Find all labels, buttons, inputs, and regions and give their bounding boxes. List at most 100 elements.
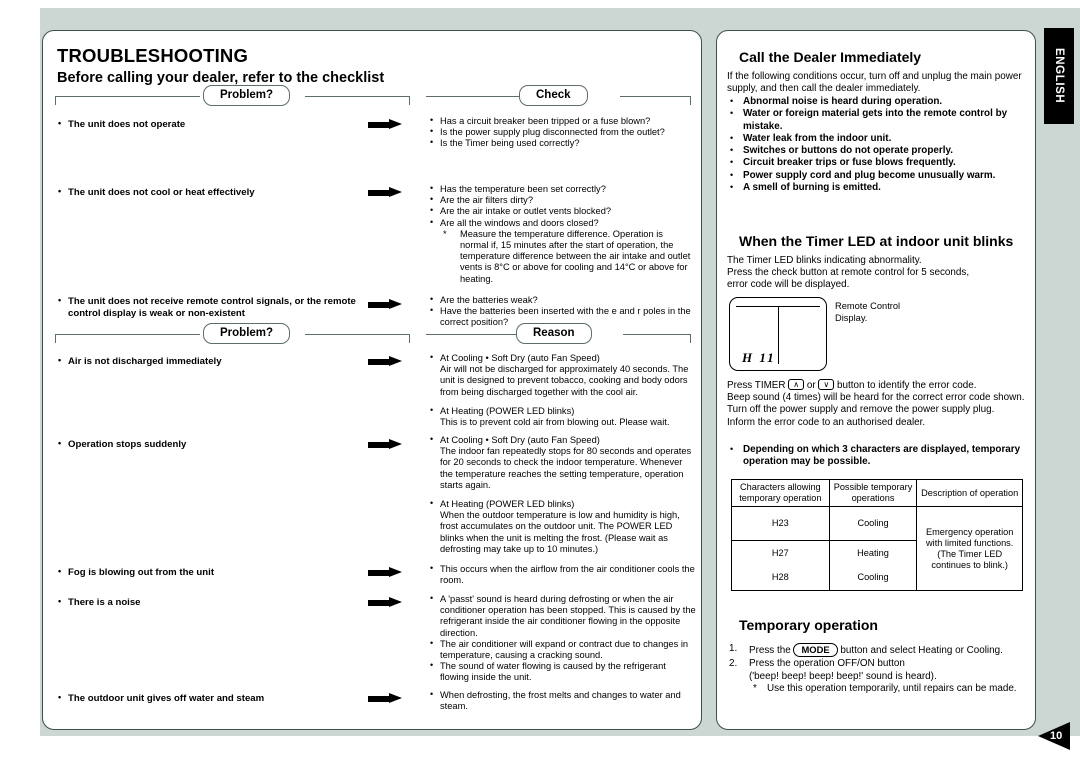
reason-text: A 'passt' sound is heard during defrosti…: [429, 593, 697, 639]
column-header: Description of operation: [916, 479, 1023, 507]
problem2-header-bar: Problem? Reason: [55, 323, 691, 345]
check-text: Are the air filters dirty?: [429, 194, 691, 206]
problem-text: The unit does not cool or heat effective…: [57, 186, 357, 199]
operation-cell: Cooling: [828, 506, 918, 541]
intro-line: error code will be displayed.: [727, 279, 850, 291]
timer-instructions: Press TIMER ∧ or ∨ button to identify th…: [727, 379, 1033, 429]
temporary-note-list: Depending on which 3 characters are disp…: [727, 443, 1027, 469]
timer-led-intro: The Timer LED blinks indicating abnormal…: [727, 255, 1031, 292]
check-text: Are the air intake or outlet vents block…: [429, 205, 691, 217]
reason-cell-3: This occurs when the airflow from the ai…: [429, 563, 697, 586]
problem-cell-2: The unit does not cool or heat effective…: [57, 186, 357, 199]
check-text: Has the temperature been set correctly?: [429, 183, 691, 195]
code-cell: H27: [731, 540, 830, 566]
problem-cell-5: Operation stops suddenly: [57, 438, 357, 451]
flow-arrow-icon: [368, 567, 402, 578]
problem-text: The unit does not operate: [57, 118, 357, 131]
step-number: 1.: [729, 643, 738, 654]
reason-text: The sound of water flowing is caused by …: [429, 660, 697, 683]
list-item: Abnormal noise is heard during operation…: [727, 95, 1031, 108]
page-title: TROUBLESHOOTING: [57, 45, 249, 66]
timer-led-heading: When the Timer LED at indoor unit blinks: [739, 233, 1014, 249]
turnoff-line: Turn off the power supply and remove the…: [727, 404, 995, 416]
dealer-heading: Call the Dealer Immediately: [739, 49, 922, 65]
timer-up-button[interactable]: ∧: [788, 379, 805, 390]
description-cell: Emergency operation with limited functio…: [916, 506, 1023, 591]
problem-cell-6: Fog is blowing out from the unit: [57, 566, 357, 579]
table1-header-row: Problem? Check: [43, 85, 703, 107]
chip-check: Check: [519, 85, 588, 106]
problem-cell-8: The outdoor unit gives off water and ste…: [57, 692, 377, 705]
reason-cell-2: At Cooling • Soft Dry (auto Fan Speed)Th…: [429, 434, 697, 555]
flow-arrow-icon: [368, 299, 402, 310]
flow-arrow-icon: [368, 187, 402, 198]
operation-cell: Heating: [828, 540, 918, 566]
beep-line: Beep sound (4 times) will be heard for t…: [727, 392, 1025, 404]
column-header: Possible temporary operations: [828, 479, 918, 507]
dealer-condition-list: Abnormal noise is heard during operation…: [727, 95, 1031, 194]
chip-problem-2: Problem?: [203, 323, 291, 344]
column-header: Characters allowing temporary operation: [731, 479, 830, 507]
press-timer-line: Press TIMER ∧ or ∨ button to identify th…: [727, 379, 1033, 392]
remote-display-label: Remote Control Display.: [835, 301, 900, 324]
check-text: Is the power supply plug disconnected fr…: [429, 126, 691, 138]
intro-line: Press the check button at remote control…: [727, 267, 970, 279]
temporary-operation-steps: 1. Press the MODE button and select Heat…: [727, 643, 1031, 696]
table2-header-row: Problem? Reason: [43, 323, 703, 345]
table-row: H23 Cooling Emergency operation with lim…: [731, 506, 1023, 591]
check-text: Has a circuit breaker been tripped or a …: [429, 115, 691, 127]
step-item: 2. Press the operation OFF/ON button ('b…: [727, 658, 1031, 696]
list-item: Water or foreign material gets into the …: [727, 107, 1031, 133]
press-timer-post: button to identify the error code.: [837, 380, 977, 391]
reason-text: At Cooling • Soft Dry (auto Fan Speed)Ai…: [429, 352, 697, 398]
step-text-pre: Press the: [749, 645, 791, 656]
press-timer-or: or: [806, 380, 816, 391]
table-header-row: Characters allowing temporary operation …: [731, 479, 1023, 507]
reason-text: This occurs when the airflow from the ai…: [429, 563, 697, 586]
list-item: Circuit breaker trips or fuse blows freq…: [727, 156, 1031, 169]
check-cell-2: Has the temperature been set correctly? …: [429, 183, 691, 285]
code-cell: H23: [731, 506, 830, 541]
list-item: Power supply cord and plug become unusua…: [727, 169, 1031, 182]
press-timer-pre: Press TIMER: [727, 380, 786, 391]
chip-reason: Reason: [516, 323, 592, 344]
problem-text: Air is not discharged immediately: [57, 355, 357, 368]
check-text: Are all the windows and doors closed? Me…: [429, 217, 691, 285]
page-number-marker: 10: [1038, 722, 1074, 750]
operation-cell: Cooling: [828, 565, 918, 591]
dealer-intro: If the following conditions occur, turn …: [727, 71, 1022, 95]
flow-arrow-icon: [368, 693, 402, 704]
page-subtitle: Before calling your dealer, refer to the…: [57, 70, 385, 86]
list-item: A smell of burning is emitted.: [727, 181, 1031, 194]
manual-page: TROUBLESHOOTING Before calling your deal…: [0, 0, 1080, 763]
error-code-table: Characters allowing temporary operation …: [731, 479, 1023, 591]
language-tab: ENGLISH: [1044, 28, 1074, 124]
step-note: Use this operation temporarily, until re…: [749, 683, 1031, 696]
dealer-info-panel: Call the Dealer Immediately If the follo…: [716, 30, 1036, 730]
timer-down-button[interactable]: ∨: [818, 379, 835, 390]
flow-arrow-icon: [368, 597, 402, 608]
problem-text: There is a noise: [57, 596, 357, 609]
list-item: Depending on which 3 characters are disp…: [727, 443, 1027, 469]
reason-text: At Heating (POWER LED blinks)When the ou…: [429, 498, 697, 555]
error-code-display: H 11: [742, 350, 776, 365]
check-cell-1: Has a circuit breaker been tripped or a …: [429, 115, 691, 150]
step-text-line1: Press the operation OFF/ON button: [749, 658, 905, 670]
problem-cell-4: Air is not discharged immediately: [57, 355, 357, 368]
remote-control-display: H 11: [729, 297, 827, 371]
problem-text: The unit does not receive remote control…: [57, 295, 367, 319]
label-line: Remote Control: [835, 301, 901, 311]
flow-arrow-icon: [368, 439, 402, 450]
problem1-header-bar: Problem? Check: [55, 85, 691, 107]
step-number: 2.: [729, 658, 738, 670]
step-text-post: button and select Heating or Cooling.: [840, 645, 1003, 656]
problem-text: Fog is blowing out from the unit: [57, 566, 357, 579]
code-cell: H28: [731, 565, 830, 591]
mode-button[interactable]: MODE: [793, 643, 838, 657]
problem-cell-1: The unit does not operate: [57, 118, 357, 131]
reason-text: The air conditioner will expand or contr…: [429, 638, 697, 661]
flow-arrow-icon: [368, 119, 402, 130]
check-note: Measure the temperature difference. Oper…: [440, 229, 691, 285]
reason-cell-5: When defrosting, the frost melts and cha…: [429, 689, 697, 712]
problem-text: The outdoor unit gives off water and ste…: [57, 692, 377, 705]
